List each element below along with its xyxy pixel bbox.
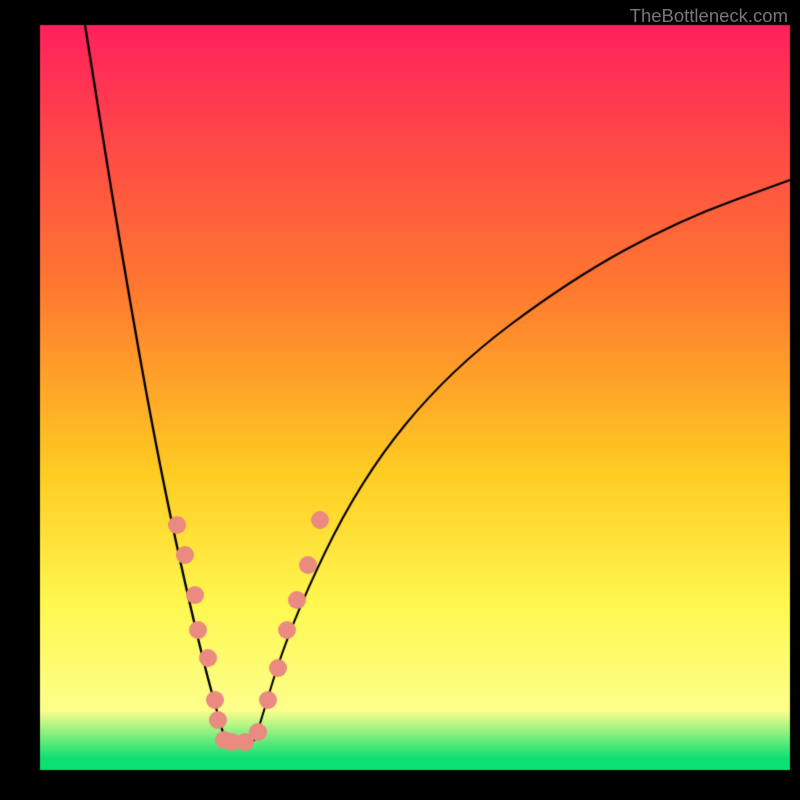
chart-canvas (0, 0, 800, 800)
attribution-text: TheBottleneck.com (630, 5, 788, 27)
